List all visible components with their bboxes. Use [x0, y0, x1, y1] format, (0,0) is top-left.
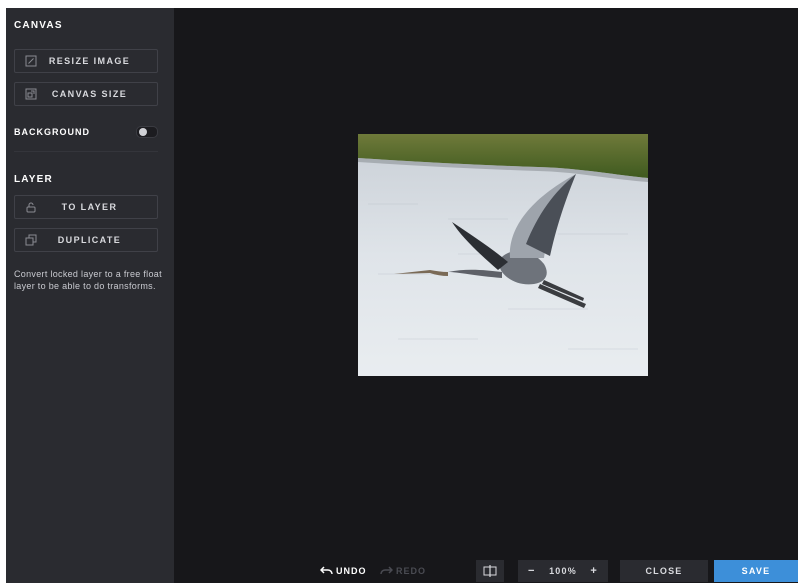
duplicate-icon	[22, 231, 40, 249]
zoom-control: − 100% +	[518, 560, 608, 582]
redo-icon	[380, 566, 393, 575]
save-button[interactable]: SAVE	[714, 560, 798, 582]
canvas-size-label: CANVAS SIZE	[51, 89, 128, 99]
duplicate-label: DUPLICATE	[57, 235, 122, 245]
editor-app: CANVAS RESIZE IMAGE CANVAS SIZE BACKGROU…	[6, 8, 798, 583]
redo-label: REDO	[396, 566, 427, 576]
redo-button[interactable]: REDO	[380, 560, 426, 582]
layer-section-title: LAYER	[14, 174, 53, 185]
resize-icon	[22, 52, 40, 70]
undo-label: UNDO	[336, 566, 367, 576]
background-toggle[interactable]	[136, 126, 158, 138]
close-label: CLOSE	[645, 566, 683, 576]
compare-icon	[483, 565, 497, 577]
background-label: BACKGROUND	[14, 127, 90, 137]
to-layer-button[interactable]: TO LAYER	[14, 195, 158, 219]
zoom-in-button[interactable]: +	[590, 565, 598, 577]
canvas-size-icon	[22, 85, 40, 103]
undo-icon	[320, 566, 333, 575]
zoom-out-button[interactable]: −	[528, 565, 536, 577]
toggle-knob	[139, 128, 147, 136]
sidebar: CANVAS RESIZE IMAGE CANVAS SIZE BACKGROU…	[6, 8, 174, 583]
to-layer-label: TO LAYER	[61, 202, 118, 212]
section-divider	[14, 151, 158, 152]
duplicate-button[interactable]: DUPLICATE	[14, 228, 158, 252]
canvas-size-button[interactable]: CANVAS SIZE	[14, 82, 158, 106]
canvas-photo[interactable]	[358, 134, 648, 376]
resize-image-button[interactable]: RESIZE IMAGE	[14, 49, 158, 73]
unlock-icon	[22, 198, 40, 216]
heron-photo-drawing	[358, 134, 648, 376]
close-button[interactable]: CLOSE	[620, 560, 708, 582]
zoom-level: 100%	[549, 566, 577, 576]
canvas-section-title: CANVAS	[14, 20, 63, 31]
save-label: SAVE	[741, 566, 771, 576]
compare-button[interactable]	[476, 560, 504, 582]
background-row: BACKGROUND	[14, 124, 158, 140]
resize-image-label: RESIZE IMAGE	[48, 56, 131, 66]
layer-hint-text: Convert locked layer to a free float lay…	[14, 269, 162, 291]
undo-button[interactable]: UNDO	[320, 560, 367, 582]
